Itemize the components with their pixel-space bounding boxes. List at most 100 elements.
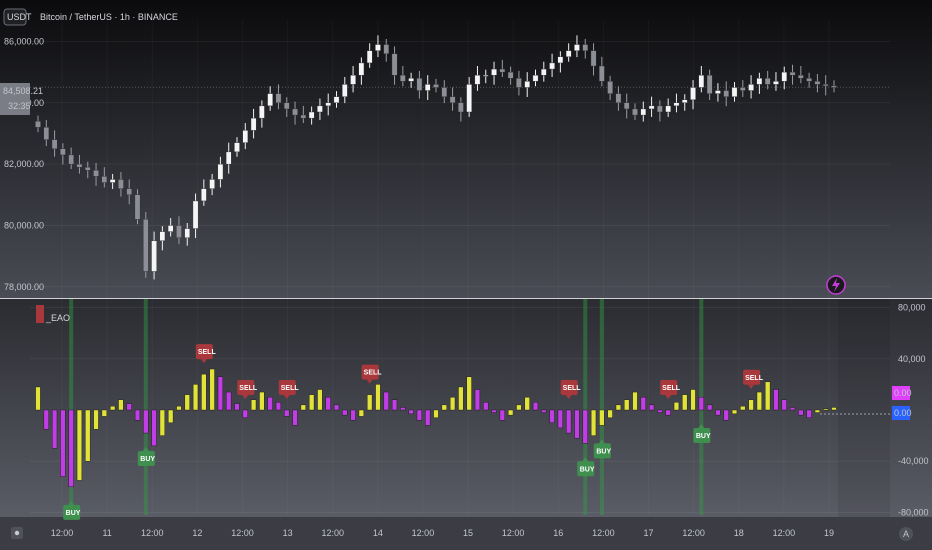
sell-label: SELL	[662, 385, 681, 392]
buy-label: BUY	[140, 456, 155, 463]
svg-text:A: A	[903, 529, 909, 539]
eao-bar	[85, 409, 91, 462]
time-tick-label: 12:00	[321, 528, 344, 538]
candle-body	[134, 194, 141, 220]
candle-body	[657, 105, 663, 113]
sell-label: SELL	[364, 370, 383, 377]
candle-body	[764, 78, 771, 85]
osc-tick-label: -40,000	[898, 456, 929, 466]
candle-body	[615, 93, 622, 103]
candle-body	[101, 176, 108, 183]
eao-bar	[400, 407, 406, 411]
eao-bar	[673, 402, 680, 411]
candle-body	[731, 87, 738, 97]
candle-body	[491, 68, 497, 76]
sell-label: SELL	[745, 375, 764, 382]
sell-label: SELL	[198, 349, 217, 356]
candle-body	[375, 44, 381, 51]
candle-body	[192, 200, 199, 229]
candle-body	[449, 96, 456, 103]
eao-bar	[151, 409, 157, 447]
candle-body	[84, 166, 91, 171]
eao-bar	[408, 409, 414, 415]
eao-bar	[632, 391, 638, 411]
eao-bar	[566, 409, 572, 434]
eao-bar	[640, 396, 646, 411]
eao-bar	[275, 402, 282, 411]
eao-bar	[599, 409, 605, 426]
candle-body	[565, 50, 572, 58]
eao-bar	[557, 409, 563, 429]
candle-body	[524, 81, 531, 88]
candle-body	[391, 53, 398, 76]
candle-body	[739, 87, 746, 91]
blue-value: 0.00	[894, 408, 912, 418]
eao-bar	[259, 391, 265, 411]
candle-body	[540, 68, 547, 76]
eao-bar	[159, 409, 165, 436]
price-pane-bg	[0, 0, 932, 298]
candle-body	[250, 117, 257, 131]
candle-body	[458, 102, 464, 113]
candle-body	[789, 71, 796, 76]
time-tick-label: 12:00	[502, 528, 525, 538]
candle-body	[549, 62, 555, 70]
eao-bar	[325, 396, 331, 411]
candle-body	[806, 78, 812, 82]
eao-bar	[143, 409, 149, 434]
candle-body	[748, 84, 754, 91]
candle-body	[358, 62, 365, 76]
eao-bar	[491, 409, 497, 413]
eao-bar	[93, 409, 99, 430]
candle-body	[706, 74, 713, 94]
settings-icon[interactable]	[11, 527, 23, 539]
candle-body	[35, 120, 41, 128]
candle-body	[234, 142, 240, 153]
buy-highlight	[599, 299, 604, 515]
eao-bar	[582, 409, 588, 444]
indicator-name[interactable]: _EAO	[45, 313, 70, 323]
candle-body	[217, 163, 224, 180]
countdown: 32:35	[8, 101, 31, 111]
candle-body	[333, 96, 340, 103]
eao-bar	[35, 386, 41, 411]
candle-body	[416, 78, 423, 91]
time-tick-label: 12:00	[412, 528, 435, 538]
candle-body	[142, 219, 149, 272]
candle-body	[93, 170, 99, 177]
candle-body	[60, 148, 66, 156]
candle-body	[814, 81, 821, 85]
auto-scale-icon[interactable]: A	[899, 527, 913, 541]
candle-body	[690, 87, 696, 100]
eao-bar	[433, 409, 439, 418]
sell-label: SELL	[563, 385, 582, 392]
candle-body	[648, 105, 655, 110]
eao-bar	[292, 409, 298, 426]
eao-bar	[748, 399, 754, 411]
eao-bar	[383, 391, 389, 411]
candle-body	[308, 111, 315, 119]
eao-bar	[665, 409, 671, 416]
eao-bar	[168, 409, 174, 424]
eao-bar	[549, 409, 555, 424]
candle-body	[433, 84, 439, 88]
chart-canvas[interactable]: SELL SELL SELL SELL SELL SELL SELL BUY BUY BUY BUY…	[0, 0, 932, 550]
candle-body	[300, 114, 307, 119]
alert-icon[interactable]	[826, 275, 846, 295]
eao-bar	[300, 404, 306, 411]
candle-body	[242, 130, 249, 143]
time-tick-label: 12:00	[682, 528, 705, 538]
eao-bar	[657, 409, 663, 413]
candle-body	[159, 231, 166, 242]
buy-label: BUY	[66, 510, 81, 517]
eao-bar	[541, 409, 547, 413]
eao-bar	[707, 404, 713, 411]
price-tick-label: 86,000.00	[4, 36, 44, 46]
eao-bar	[391, 399, 398, 411]
candle-body	[325, 102, 332, 107]
currency-badge[interactable]: USDT	[7, 12, 32, 22]
eao-bar	[756, 391, 762, 411]
eao-bar	[615, 404, 622, 411]
time-tick-label: 19	[824, 528, 834, 538]
eao-bar	[176, 405, 182, 411]
